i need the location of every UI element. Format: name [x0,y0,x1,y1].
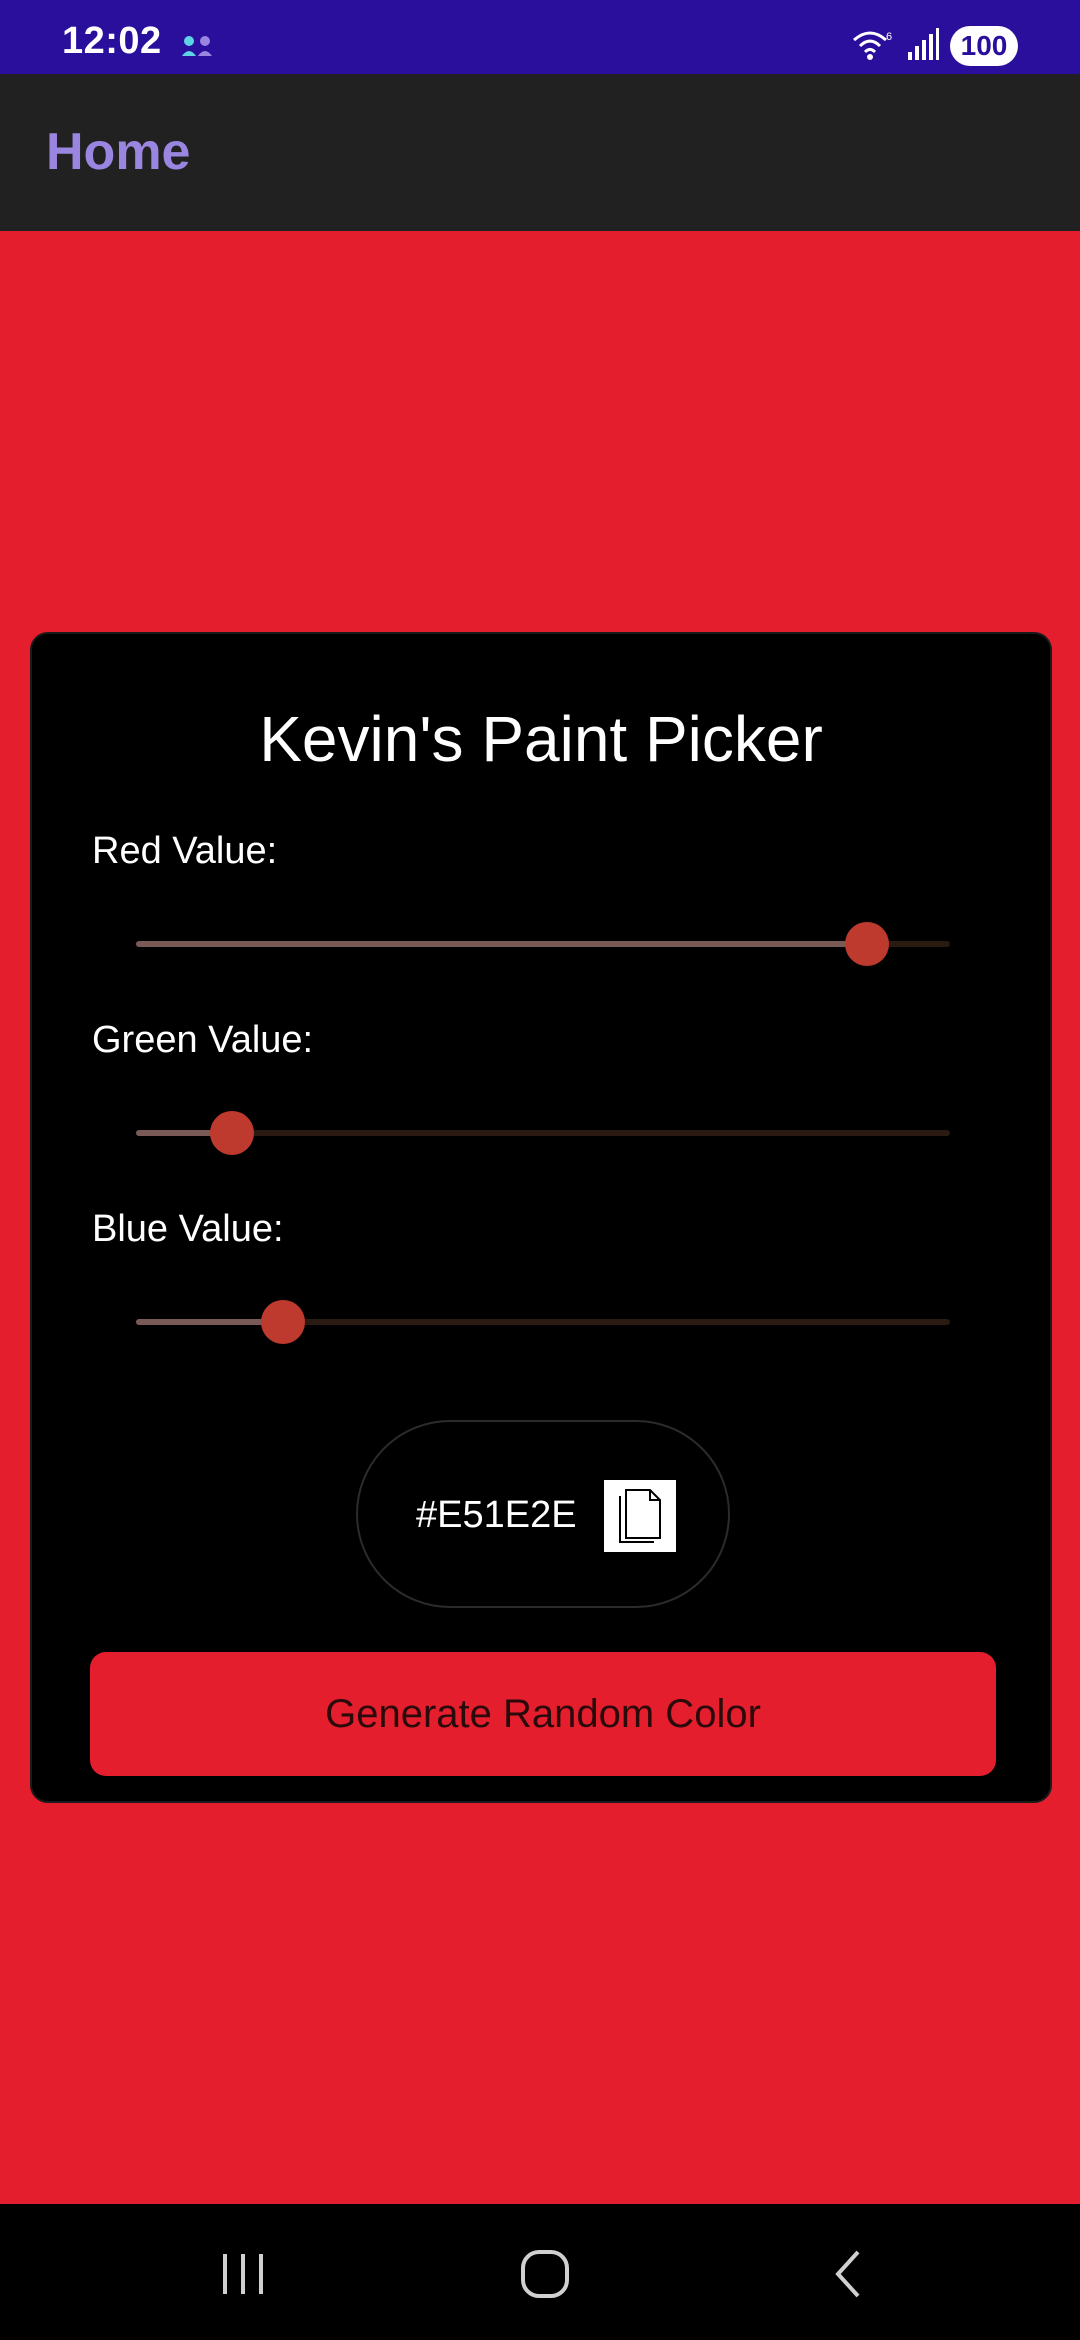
blue-slider[interactable] [136,1300,950,1344]
app-notification-icon [182,36,212,56]
copy-button[interactable] [604,1480,676,1552]
red-slider-thumb[interactable] [845,922,889,966]
red-slider-label: Red Value: [92,830,278,872]
main-content: Kevin's Paint Picker Red Value: Green Va… [0,231,1080,2204]
green-slider[interactable] [136,1111,950,1155]
home-icon[interactable] [515,2246,575,2302]
generate-random-color-button[interactable]: Generate Random Color [90,1652,996,1776]
copy-icon [619,1489,661,1543]
paint-picker-card: Kevin's Paint Picker Red Value: Green Va… [30,632,1052,1803]
green-slider-thumb[interactable] [209,1111,254,1155]
recent-apps-icon[interactable] [213,2246,273,2302]
card-title: Kevin's Paint Picker [259,703,823,775]
wifi-icon: 6 [853,31,892,60]
back-icon[interactable] [818,2246,878,2302]
red-slider-fill [136,941,867,947]
blue-slider-thumb[interactable] [260,1300,305,1344]
svg-text:6: 6 [886,31,892,43]
app-title: Home [46,123,191,181]
signal-icon [908,28,939,60]
blue-slider-label: Blue Value: [92,1208,284,1250]
battery-indicator: 100 [950,26,1018,66]
status-bar: 12:02 6 100 [0,0,1080,74]
navigation-bar [0,2204,1080,2340]
hex-value-container: #E51E2E [356,1420,730,1608]
hex-value-text: #E51E2E [416,1494,577,1536]
app-bar: Home [0,74,1080,231]
status-time: 12:02 [62,20,162,62]
red-slider[interactable] [136,922,950,966]
green-slider-label: Green Value: [92,1019,314,1061]
